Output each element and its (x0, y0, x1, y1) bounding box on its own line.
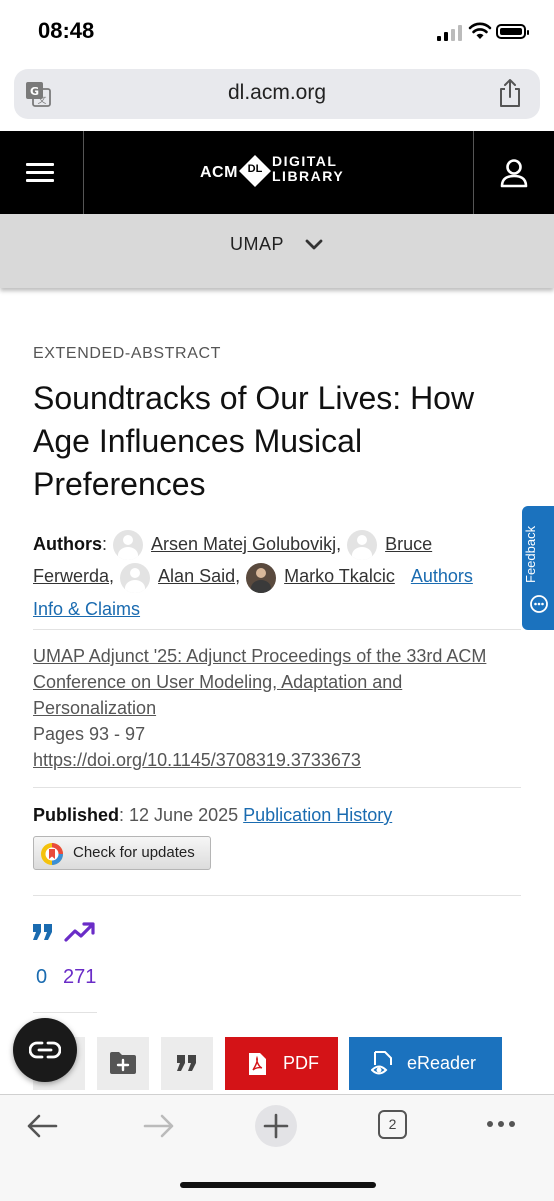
feedback-label[interactable]: Feedback (523, 459, 538, 583)
venue-block: UMAP Adjunct '25: Adjunct Proceedings of… (33, 643, 503, 773)
header-divider (473, 131, 474, 214)
conference-label[interactable]: UMAP (230, 234, 284, 255)
avatar (246, 562, 277, 593)
author-link[interactable]: Arsen Matej Golubovikj (151, 534, 336, 554)
feedback-icon (530, 595, 548, 613)
divider (33, 895, 521, 896)
svg-text:文: 文 (37, 94, 46, 106)
user-account-icon[interactable] (500, 158, 528, 188)
logo-line-1: DIGITAL (272, 153, 338, 169)
avatar (347, 530, 378, 561)
proceedings-link[interactable]: UMAP Adjunct '25: Adjunct Proceedings of… (33, 646, 486, 718)
cellular-signal-icon (437, 25, 462, 41)
battery-icon (496, 24, 529, 39)
published-line: Published: 12 June 2025 Publication Hist… (33, 805, 393, 825)
trending-up-icon (64, 922, 95, 942)
folder-plus-icon (110, 1052, 136, 1074)
published-date: 12 June 2025 (129, 805, 239, 825)
check-for-updates-label[interactable]: Check for updates (73, 844, 195, 861)
wifi-icon (468, 22, 492, 39)
tabs-count-icon[interactable]: 2 (378, 1110, 407, 1139)
divider (33, 629, 521, 630)
status-time: 08:48 (38, 18, 95, 43)
pdf-button[interactable]: PDF (225, 1037, 338, 1090)
translate-icon[interactable]: G 文 (25, 81, 51, 107)
citation-count: 0 (36, 966, 48, 988)
pages: Pages 93 - 97 (33, 724, 146, 744)
new-tab-icon[interactable] (254, 1104, 298, 1148)
logo-acm-text: ACM (200, 164, 238, 181)
header-divider (83, 131, 84, 214)
ereader-label[interactable]: eReader (407, 1053, 476, 1074)
authors-label: Authors (33, 534, 102, 554)
link-icon (29, 1041, 61, 1059)
cite-button[interactable] (161, 1037, 213, 1090)
url-text[interactable]: dl.acm.org (0, 81, 554, 105)
publication-history-link[interactable]: Publication History (243, 805, 392, 825)
ereader-button[interactable]: eReader (349, 1037, 502, 1090)
tab-count: 2 (388, 1116, 397, 1132)
doi-link[interactable]: https://doi.org/10.1145/3708319.3733673 (33, 750, 361, 770)
download-count: 271 (63, 966, 97, 988)
hamburger-menu-icon[interactable] (26, 163, 54, 183)
citation-quote-icon (33, 924, 52, 940)
forward-arrow-icon[interactable] (143, 1113, 175, 1139)
divider (33, 1012, 97, 1013)
add-to-binder-button[interactable] (97, 1037, 149, 1090)
authors-list: Authors: Arsen Matej Golubovikj, Bruce Fer… (33, 528, 493, 625)
back-arrow-icon[interactable] (26, 1113, 58, 1139)
more-options-icon[interactable] (486, 1120, 516, 1128)
quote-icon (177, 1055, 196, 1071)
ereader-icon (371, 1051, 392, 1075)
avatar (113, 530, 144, 561)
author-link[interactable]: Marko Tkalcic (284, 566, 395, 586)
article-title: Soundtracks of Our Lives: How Age Influe… (33, 380, 475, 502)
avatar (120, 562, 151, 593)
pdf-label[interactable]: PDF (283, 1053, 319, 1074)
published-label: Published (33, 805, 120, 825)
pdf-file-icon (249, 1053, 266, 1075)
author-link[interactable]: Alan Said (158, 566, 235, 586)
article-type: EXTENDED-ABSTRACT (33, 345, 221, 362)
accessibility-fab[interactable] (13, 1018, 77, 1082)
acm-dl-logo[interactable]: ACM DL DIGITAL LIBRARY (200, 150, 360, 196)
share-icon[interactable] (497, 78, 523, 108)
chevron-down-icon[interactable] (305, 238, 323, 252)
logo-line-2: LIBRARY (272, 168, 345, 184)
logo-dl-text: DL (247, 163, 263, 175)
logo-library-text: DIGITAL LIBRARY (272, 154, 344, 184)
divider (33, 787, 521, 788)
home-indicator (180, 1182, 376, 1188)
crossmark-icon (41, 843, 63, 865)
